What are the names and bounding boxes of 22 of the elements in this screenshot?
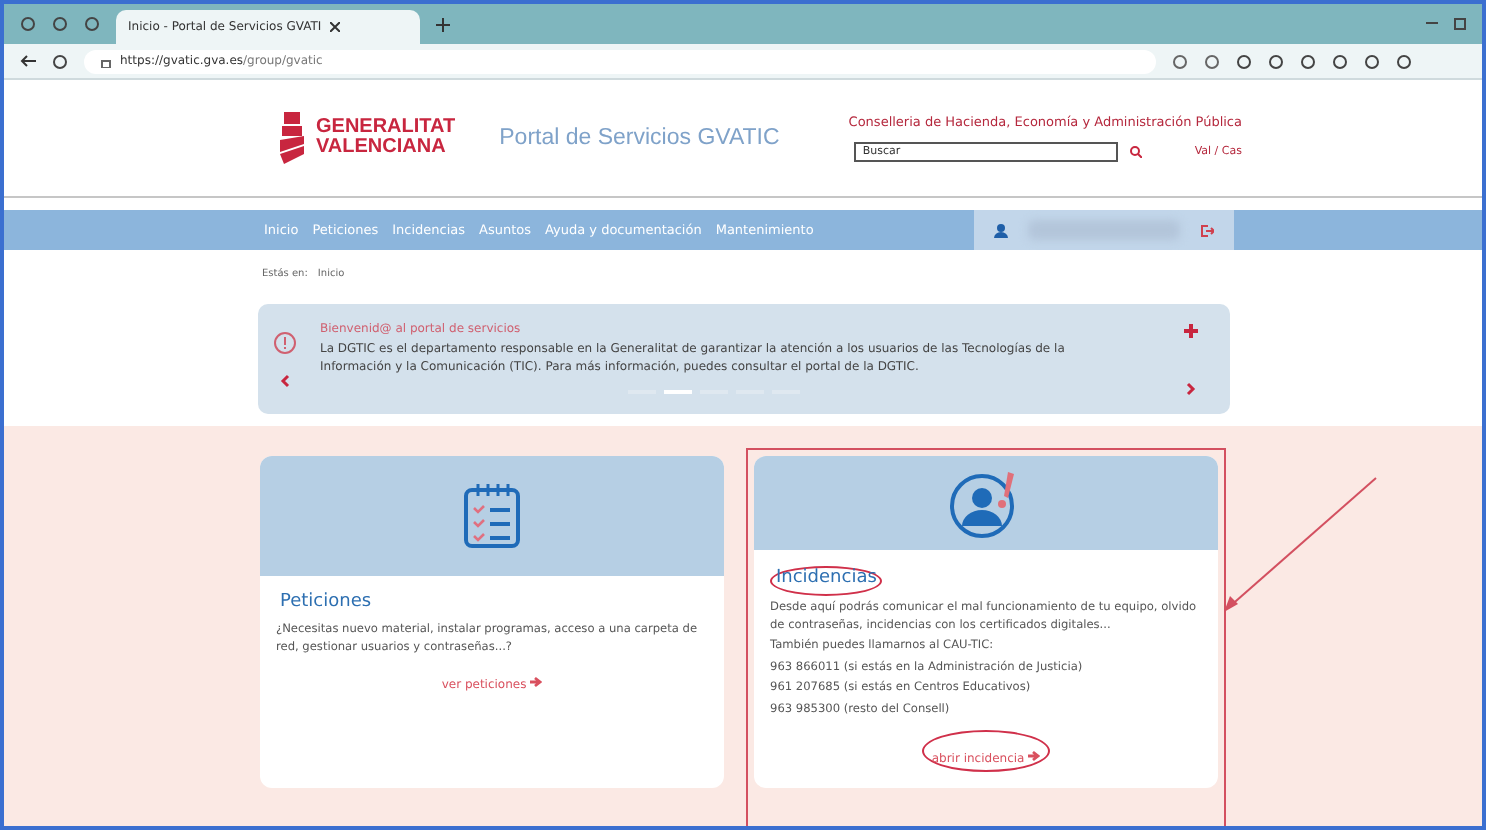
- card-title: Peticiones: [278, 592, 374, 612]
- user-icon: [994, 223, 1008, 237]
- arrow-icon: [530, 676, 543, 688]
- logo-icon: [276, 108, 308, 168]
- alert-icon: [274, 331, 296, 353]
- back-icon[interactable]: [20, 54, 36, 68]
- checklist-icon: [462, 482, 522, 550]
- new-tab-icon[interactable]: [436, 17, 450, 31]
- previous-icon[interactable]: [280, 373, 290, 387]
- lock-icon: [100, 55, 112, 67]
- maximize-icon[interactable]: [1454, 18, 1466, 30]
- logo-text: GENERALITAT: [316, 118, 456, 138]
- logo-text: VALENCIANA: [316, 138, 448, 158]
- minimize-icon[interactable]: [1426, 22, 1438, 26]
- portal-title: Portal de Servicios GVATIC: [499, 126, 780, 150]
- plus-icon[interactable]: [1184, 323, 1198, 337]
- logout-icon[interactable]: [1200, 223, 1214, 237]
- search-icon[interactable]: [1130, 146, 1143, 158]
- next-icon[interactable]: [1186, 381, 1196, 395]
- arrow-icon: [1028, 750, 1041, 762]
- card-title: Incidencias: [774, 568, 879, 588]
- close-icon: [329, 22, 340, 32]
